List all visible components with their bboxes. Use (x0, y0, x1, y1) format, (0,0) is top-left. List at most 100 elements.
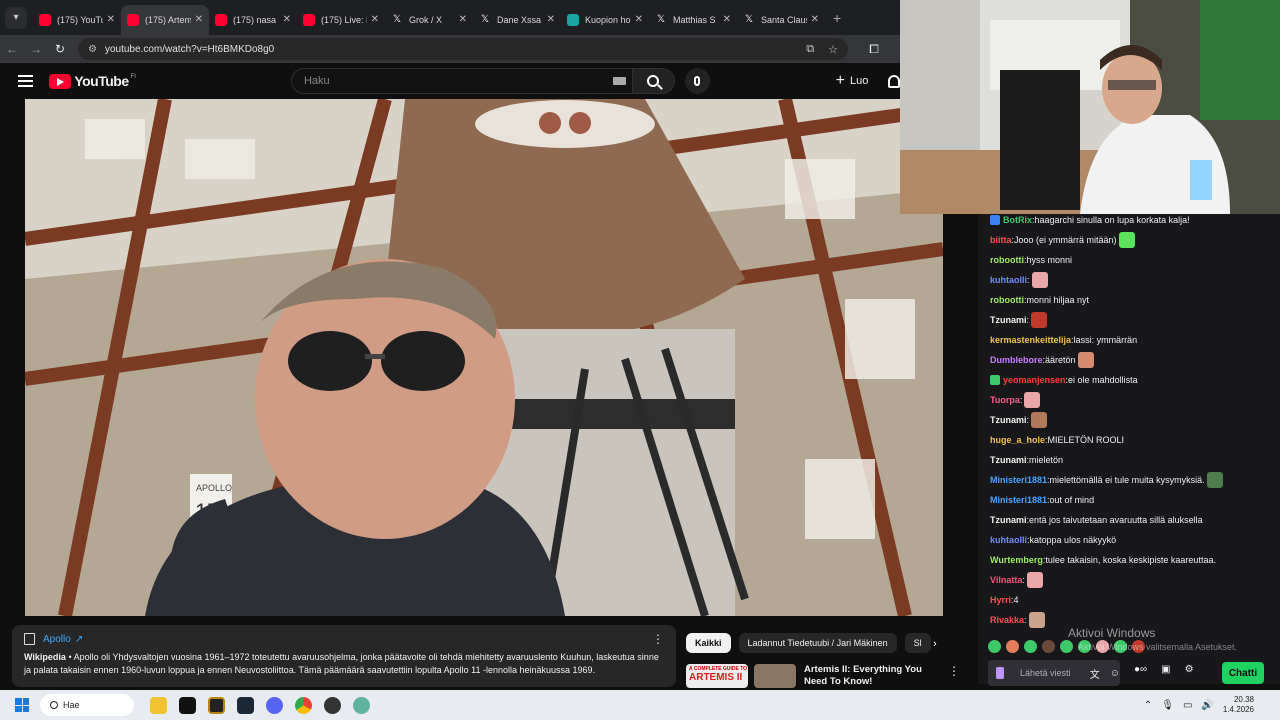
emote-icon[interactable] (1042, 639, 1055, 653)
close-tab-icon[interactable]: ✕ (635, 14, 643, 25)
search-button[interactable] (632, 68, 675, 94)
reload-icon[interactable]: ↻ (48, 42, 72, 56)
system-clock[interactable]: 20.38 1.4.2026 (1223, 695, 1254, 715)
chat-username[interactable]: Dumblebore (990, 355, 1043, 365)
chat-username[interactable]: Ministeri1881 (990, 495, 1047, 505)
browser-tab[interactable]: (175) YouTu ✕ (33, 5, 121, 35)
filter-chip[interactable]: Ladannut Tiedetuubi / Jari Mäkinen (738, 633, 897, 653)
app-icon[interactable] (208, 696, 225, 714)
address-bar[interactable]: ⚙ youtube.com/watch?v=Ht6BMKDo8g0 ⧉ ☆ (78, 38, 848, 60)
install-icon[interactable]: ⧉ (806, 43, 814, 56)
new-tab-button[interactable]: + (833, 10, 841, 26)
notifications-bell-icon[interactable] (888, 74, 900, 88)
browser-tab[interactable]: 𝕏 Matthias S ✕ (649, 5, 737, 35)
chat-emote-icon[interactable] (1024, 392, 1041, 408)
related-video-title[interactable]: Artemis II: Everything You Need To Know! (804, 664, 944, 690)
filter-chip[interactable]: Sl (904, 633, 931, 653)
browser-tab[interactable]: 𝕏 Santa Claus ✕ (737, 5, 825, 35)
chat-username[interactable]: robootti (990, 255, 1024, 265)
emote-icon[interactable] (1006, 639, 1019, 653)
user-badge-icon[interactable] (990, 215, 1000, 225)
x-app-icon[interactable] (179, 696, 196, 714)
chat-username[interactable]: Wurtemberg (990, 555, 1043, 565)
related-thumbnail[interactable]: A COMPLETE GUIDE TO ARTEMIS II (686, 664, 748, 688)
filter-chip[interactable]: Kaikki (686, 633, 731, 653)
youtube-logo[interactable]: YouTube FI (49, 73, 136, 89)
chat-username[interactable]: Tzunami (990, 515, 1027, 525)
chat-username[interactable]: Tzunami (990, 415, 1027, 425)
obs-icon[interactable] (324, 696, 341, 714)
info-panel-source[interactable]: Wikipedia (24, 652, 66, 662)
browser-tab[interactable]: 𝕏 Dane Xssa ✕ (473, 5, 561, 35)
forward-icon[interactable]: → (24, 42, 48, 56)
settings-gear-icon[interactable]: ⚙ (1185, 664, 1194, 675)
mic-icon[interactable]: 🎙 (1161, 700, 1174, 711)
related-video[interactable]: A COMPLETE GUIDE TO ARTEMIS II Artemis I… (686, 664, 966, 690)
close-tab-icon[interactable]: ✕ (283, 14, 291, 25)
chat-emote-icon[interactable] (1026, 572, 1043, 588)
back-icon[interactable]: ← (0, 42, 24, 56)
tab-search-button[interactable]: ▾ (5, 6, 27, 29)
chat-username[interactable]: Hyrri (990, 595, 1011, 605)
more-vert-icon[interactable]: ⋮ (652, 632, 664, 646)
chat-username[interactable]: huge_a_hole (990, 435, 1045, 445)
store-icon[interactable]: ▣ (1161, 664, 1170, 675)
chat-username[interactable]: kermastenkeittelija (990, 335, 1071, 345)
extensions-icon[interactable]: ⧠ (862, 42, 886, 57)
menu-icon[interactable] (18, 72, 34, 90)
close-tab-icon[interactable]: ✕ (723, 14, 731, 25)
chat-emote-icon[interactable] (1028, 612, 1045, 628)
taskbar-search[interactable]: Hae (40, 694, 134, 716)
app-icon[interactable] (353, 696, 370, 714)
chat-username[interactable]: Vilnatta (990, 575, 1022, 585)
chat-username[interactable]: Tzunami (990, 455, 1027, 465)
network-icon[interactable]: ▭ (1183, 700, 1192, 711)
browser-tab[interactable]: 𝕏 Grok / X ✕ (385, 5, 473, 35)
voice-search-button[interactable] (684, 68, 710, 94)
close-tab-icon[interactable]: ✕ (195, 14, 203, 25)
chat-emote-icon[interactable] (1077, 352, 1094, 368)
info-panel-title[interactable]: Apollo (43, 634, 71, 645)
close-tab-icon[interactable]: ✕ (459, 14, 467, 25)
bits-icon[interactable] (996, 667, 1004, 679)
chevron-up-icon[interactable]: ⌃ (1144, 700, 1152, 711)
windows-start-icon[interactable] (15, 698, 29, 712)
chrome-icon[interactable] (295, 696, 312, 714)
close-tab-icon[interactable]: ✕ (547, 14, 555, 25)
close-tab-icon[interactable]: ✕ (811, 14, 819, 25)
emote-picker-icon[interactable]: ☺ (1110, 668, 1120, 679)
more-vert-icon[interactable]: ⋮ (948, 664, 960, 690)
browser-tab[interactable]: Kuopion ho ✕ (561, 5, 649, 35)
chevron-right-icon[interactable]: › (933, 638, 937, 650)
create-button[interactable]: + Luo (836, 72, 869, 90)
chat-emote-icon[interactable] (1206, 472, 1223, 488)
discord-icon[interactable] (266, 696, 283, 714)
channel-points-icon[interactable]: ●∞ (1134, 664, 1147, 675)
chat-username[interactable]: Rivakka (990, 615, 1024, 625)
keyboard-icon[interactable] (612, 77, 626, 85)
site-info-icon[interactable]: ⚙ (88, 44, 97, 55)
file-explorer-icon[interactable] (150, 696, 167, 714)
user-badge-icon[interactable] (990, 375, 1000, 385)
chat-emote-icon[interactable] (1031, 412, 1048, 428)
volume-icon[interactable]: 🔊 (1201, 700, 1213, 711)
chat-username[interactable]: robootti (990, 295, 1024, 305)
chat-username[interactable]: Tzunami (990, 315, 1027, 325)
close-tab-icon[interactable]: ✕ (107, 14, 115, 25)
chat-emote-icon[interactable] (1118, 232, 1135, 248)
chat-username[interactable]: Ministeri1881 (990, 475, 1047, 485)
browser-tab[interactable]: (175) Artem ✕ (121, 4, 209, 35)
browser-tab[interactable]: (175) nasa l ✕ (209, 5, 297, 35)
steam-icon[interactable] (237, 696, 254, 714)
chat-username[interactable]: yeomanjensen (1003, 375, 1066, 385)
external-link-icon[interactable]: ↗ (75, 634, 83, 645)
chat-input[interactable]: Lähetä viesti 文 ☺ (988, 660, 1120, 686)
chat-username[interactable]: kuhtaolli (990, 535, 1027, 545)
emote-icon[interactable] (1060, 639, 1073, 653)
emote-icon[interactable] (988, 639, 1001, 653)
video-player[interactable]: APOLLO 17 (25, 99, 943, 616)
chat-username[interactable]: Tuorpa (990, 395, 1020, 405)
chat-username[interactable]: kuhtaolli (990, 275, 1027, 285)
bookmark-star-icon[interactable]: ☆ (828, 43, 838, 56)
chat-username[interactable]: BotRix (1003, 215, 1032, 225)
